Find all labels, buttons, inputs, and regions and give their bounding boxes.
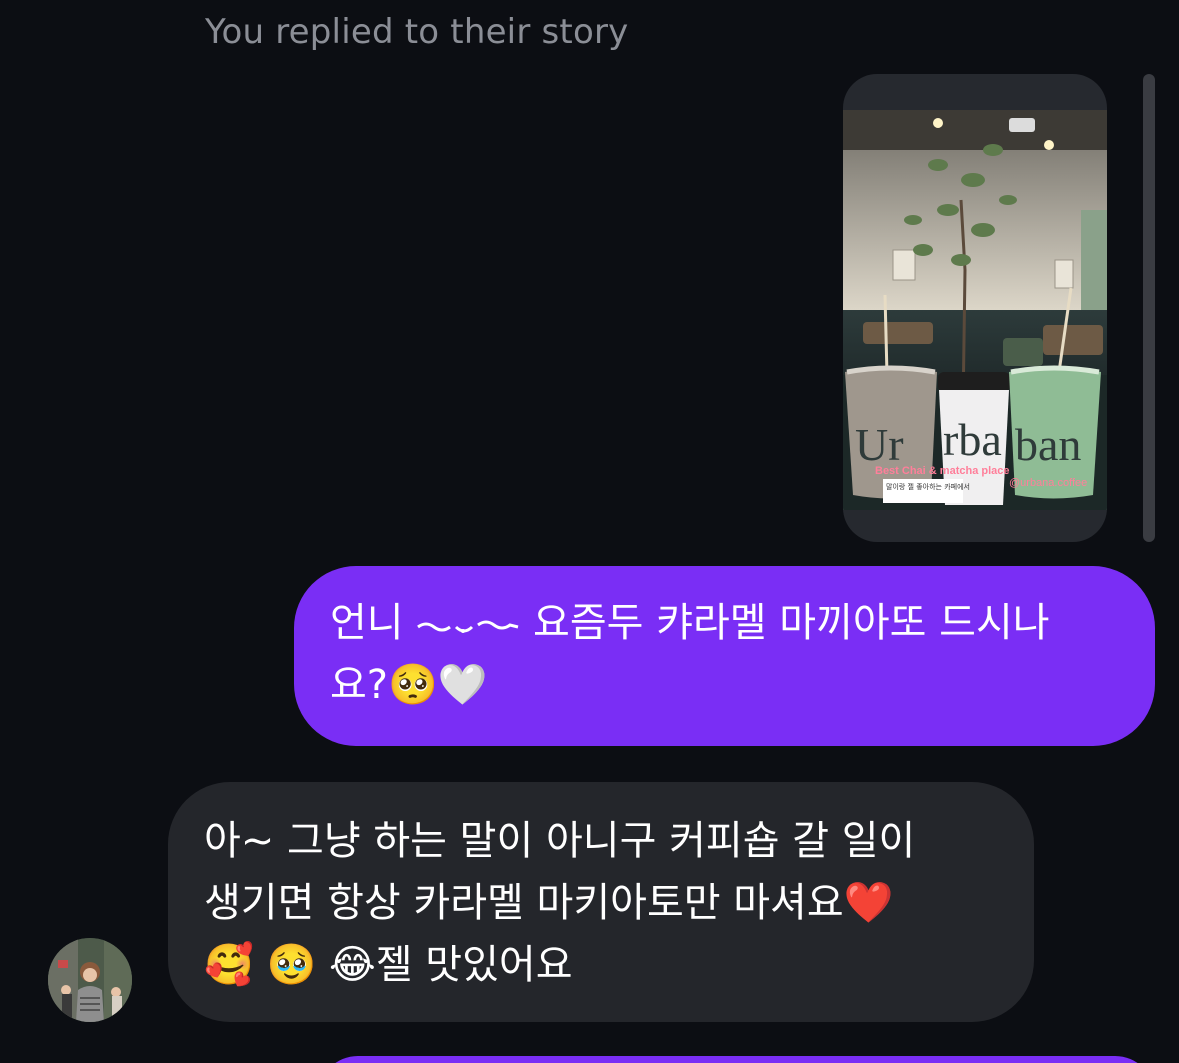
story-mention: @urbana.coffee [1009,477,1087,489]
cup-text-1: Ur [855,419,904,470]
story-reply-note: You replied to their story [205,12,629,52]
outgoing-message-line-1: 언니 요즘두 캬라멜 마끼아또 드시나 [330,592,1119,654]
incoming-message-line-2: 생기면 항상 카라멜 마키아토만 마셔요❤️ [204,880,894,926]
cup-text-2: rba [943,414,1002,465]
outgoing-text-part-2: 요즘두 캬라멜 마끼아또 드시나 [520,600,1050,646]
incoming-message-line-1: 아~ 그냥 하는 말이 아니구 커피숍 갈 일이 [204,818,916,864]
contact-avatar[interactable] [48,938,132,1022]
next-outgoing-message-bubble[interactable] [318,1056,1155,1063]
dm-thread-screen: You replied to their story Ur rba ban Be… [0,0,1179,1063]
outgoing-text-part-1: 언니 [330,600,417,646]
incoming-message-bubble[interactable]: 아~ 그냥 하는 말이 아니구 커피숍 갈 일이 생기면 항상 카라멜 마키아토… [168,782,1034,1022]
scribble-redaction [416,605,520,645]
story-caption-sub: 말이랑 젤 좋아하는 카페에서 [886,482,970,491]
outgoing-message-bubble[interactable]: 언니 요즘두 캬라멜 마끼아또 드시나 요?🥺🤍 [294,566,1155,746]
incoming-message-line-3: 🥰 🥹 😂젤 맛있어요 [204,942,573,988]
outgoing-message-line-2: 요?🥺🤍 [330,662,488,708]
cup-text-3: ban [1015,419,1081,470]
story-caption: Best Chai & matcha place [875,465,1010,477]
story-scroll-indicator [1143,74,1155,542]
replied-story-preview[interactable]: Ur rba ban Best Chai & matcha place 말이랑 … [843,74,1107,542]
story-photo: Ur rba ban Best Chai & matcha place 말이랑 … [843,110,1107,510]
